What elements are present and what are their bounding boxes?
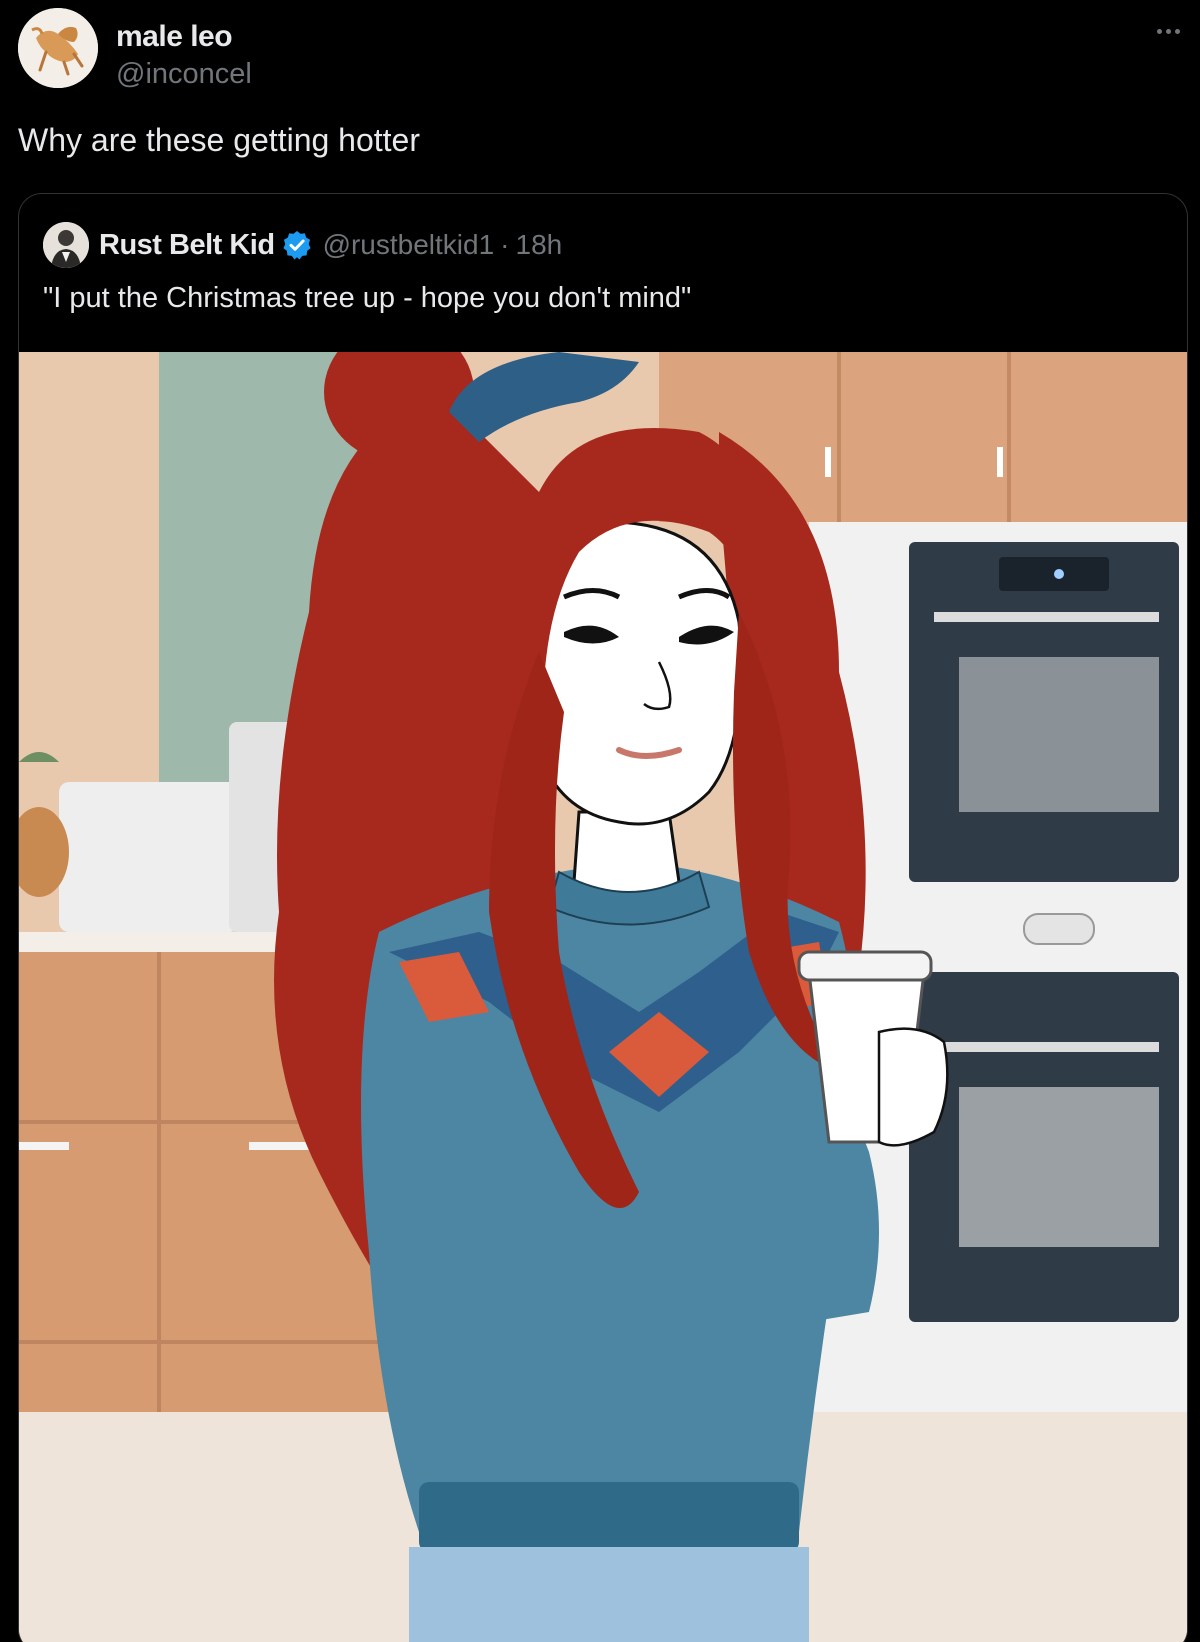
person-portrait-icon: [43, 222, 89, 268]
post-header: male leo @inconcel: [18, 8, 1188, 92]
hand: [877, 1027, 949, 1147]
lion-figure-icon: [18, 8, 98, 88]
more-dot: [1165, 28, 1171, 34]
quoted-post-media[interactable]: [19, 352, 1187, 1642]
author-avatar[interactable]: [18, 8, 98, 88]
more-options-icon[interactable]: [1148, 16, 1188, 46]
illustration-image: [19, 352, 1187, 1642]
author-display-name[interactable]: male leo: [116, 20, 233, 54]
jeans: [409, 1547, 809, 1642]
quoted-post-timestamp[interactable]: 18h: [516, 229, 563, 261]
more-dot: [1174, 28, 1180, 34]
quoted-author-display-name[interactable]: Rust Belt Kid: [99, 229, 275, 262]
author-handle[interactable]: @inconcel: [116, 58, 252, 91]
quoted-post-text: "I put the Christmas tree up - hope you …: [43, 282, 692, 314]
post-text: Why are these getting hotter: [18, 122, 420, 158]
verified-badge-icon: [282, 231, 311, 260]
more-dot: [1156, 28, 1162, 34]
quoted-author-handle[interactable]: @rustbeltkid1: [323, 229, 495, 261]
quoted-post[interactable]: Rust Belt Kid @rustbeltkid1 · 18h "I put…: [18, 193, 1188, 1642]
separator-dot: ·: [500, 229, 510, 260]
quoted-post-header: Rust Belt Kid @rustbeltkid1 · 18h: [43, 220, 562, 270]
quoted-author-avatar[interactable]: [43, 222, 89, 268]
